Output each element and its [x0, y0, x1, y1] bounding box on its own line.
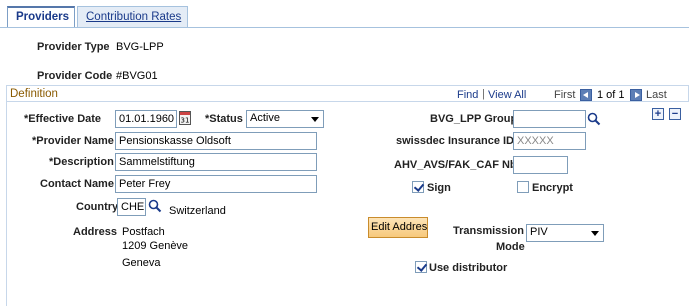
use-distributor-label: Use distributor — [429, 262, 508, 274]
sign-label: Sign — [427, 182, 451, 194]
bvg-group-lookup-icon[interactable] — [587, 112, 601, 129]
provider-name-label: *Provider Name — [32, 135, 114, 147]
bvg-group-field[interactable] — [513, 110, 586, 128]
plus-icon[interactable]: + — [652, 108, 664, 120]
chevron-down-icon — [311, 117, 319, 122]
view-all-link[interactable]: View All — [488, 89, 526, 101]
effective-date-field[interactable]: 01.01.1960 — [115, 110, 177, 128]
effective-date-label: *Effective Date — [24, 113, 102, 125]
address-label: Address — [73, 226, 118, 238]
transmission-label: Transmission — [453, 225, 524, 237]
swissdec-field[interactable]: XXXXX — [513, 132, 586, 150]
provider-type-label: Provider Type — [37, 41, 110, 53]
address-line-3: Geneva — [122, 257, 161, 269]
transmission-mode-select[interactable]: PIV — [526, 224, 604, 242]
first-label: First — [554, 89, 576, 101]
provider-code-label: Provider Code — [37, 70, 113, 82]
previous-row-icon[interactable] — [580, 89, 592, 101]
tab-contribution-rates-label: Contribution Rates — [86, 11, 182, 23]
calendar-icon[interactable]: 31 — [179, 111, 191, 125]
chevron-down-icon — [591, 231, 599, 236]
status-select-value: Active — [250, 112, 280, 124]
provider-code-value: #BVG01 — [116, 70, 158, 82]
provider-type-value: BVG-LPP — [116, 41, 164, 53]
transmission-label-mode: Mode — [496, 241, 525, 253]
provider-name-field[interactable]: Pensionskasse Oldsoft — [115, 132, 317, 150]
contact-name-field[interactable]: Peter Frey — [115, 175, 317, 193]
use-distributor-checkbox[interactable] — [415, 261, 427, 273]
ahv-field[interactable] — [513, 156, 568, 174]
tab-providers-label: Providers — [16, 11, 70, 23]
address-line-1: Postfach — [122, 226, 165, 238]
svg-text:31: 31 — [181, 117, 190, 125]
contact-name-label: Contact Name — [40, 178, 114, 190]
next-row-icon[interactable] — [630, 89, 642, 101]
encrypt-label: Encrypt — [532, 182, 573, 194]
tab-providers[interactable]: Providers — [7, 6, 75, 28]
definition-title: Definition — [10, 88, 58, 100]
status-select[interactable]: Active — [246, 110, 324, 128]
country-field[interactable]: CHE — [117, 198, 146, 216]
sign-checkbox[interactable] — [412, 181, 424, 193]
tab-contribution-rates[interactable]: Contribution Rates — [77, 6, 188, 28]
find-separator: | — [482, 88, 485, 100]
country-lookup-icon[interactable] — [148, 199, 162, 216]
find-link[interactable]: Find — [457, 89, 478, 101]
swissdec-label: swissdec Insurance ID — [396, 135, 514, 147]
transmission-mode-value: PIV — [530, 226, 548, 238]
row-counter: 1 of 1 — [597, 89, 625, 101]
description-label: *Description — [49, 156, 114, 168]
bvg-group-label: BVG_LPP Group — [430, 113, 518, 125]
country-name: Switzerland — [169, 205, 226, 217]
address-line-2: 1209 Genève — [122, 240, 189, 252]
ahv-label: AHV_AVS/FAK_CAF Nbr — [394, 159, 521, 171]
encrypt-checkbox[interactable] — [517, 181, 529, 193]
tab-divider — [0, 27, 689, 28]
minus-icon[interactable]: − — [669, 108, 681, 120]
status-label: *Status — [205, 113, 243, 125]
country-label: Country — [76, 201, 119, 213]
edit-address-button[interactable]: Edit Addres — [368, 217, 428, 238]
description-field[interactable]: Sammelstiftung — [115, 153, 317, 171]
last-label: Last — [646, 89, 667, 101]
